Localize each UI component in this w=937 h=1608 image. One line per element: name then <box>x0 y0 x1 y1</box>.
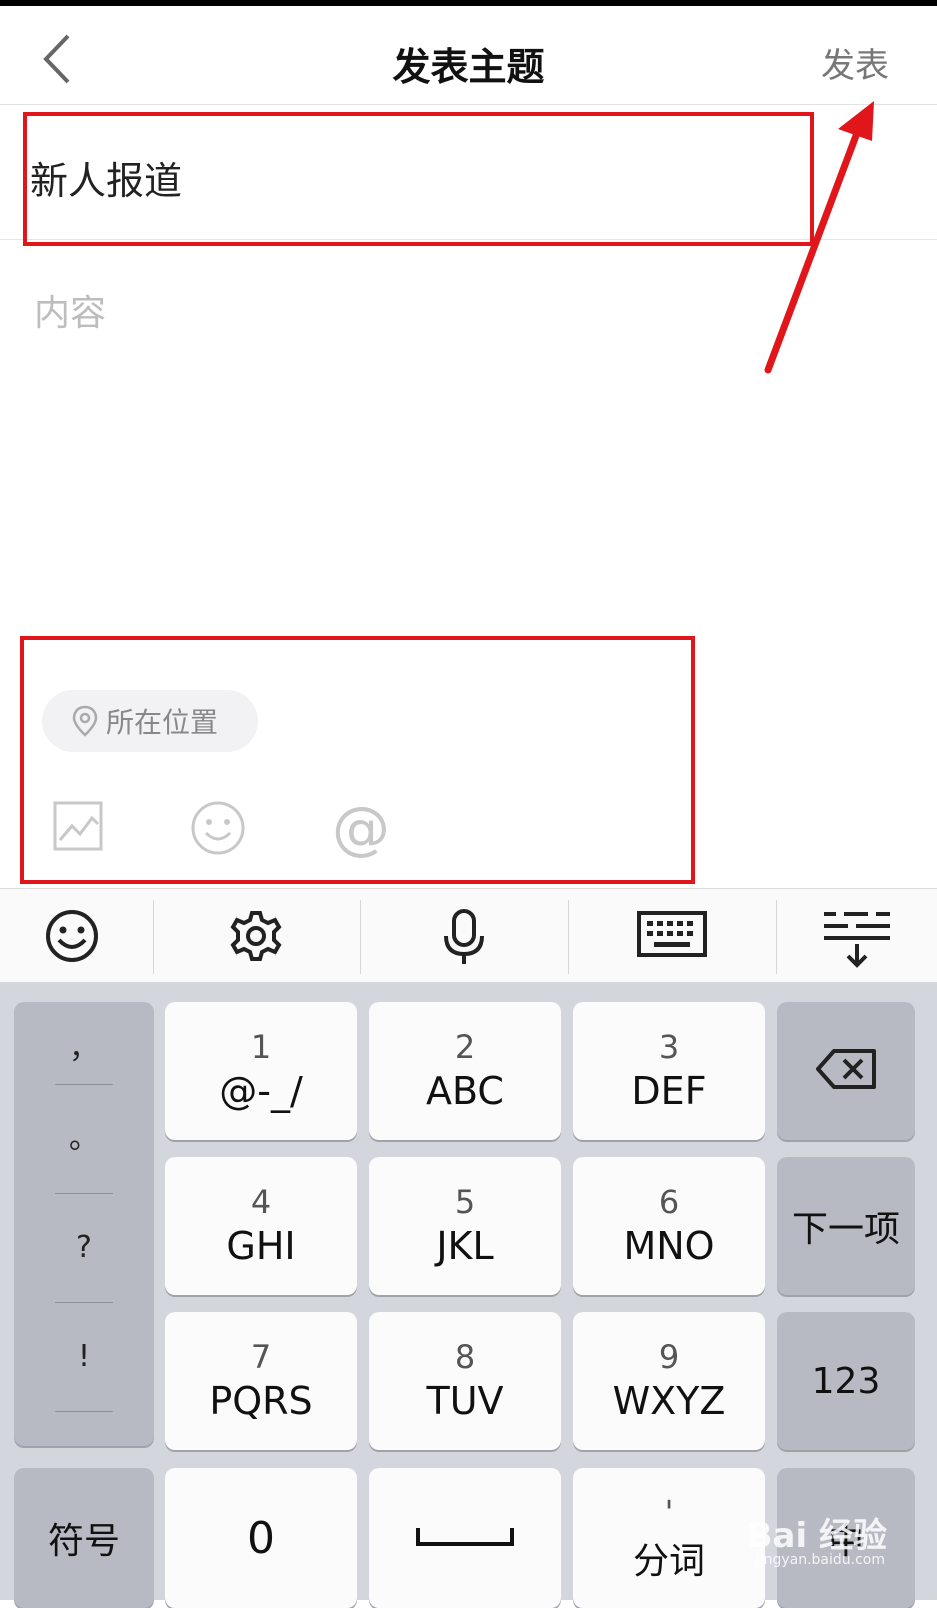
smiley-icon[interactable] <box>190 800 246 856</box>
key-letters: PQRS <box>209 1379 313 1423</box>
key-4[interactable]: 4 GHI <box>165 1157 357 1295</box>
zero-label: 0 <box>247 1512 275 1564</box>
toolbar-divider <box>153 900 154 974</box>
space-key[interactable] <box>369 1468 561 1608</box>
punctuation-column[interactable]: ， 。 ? ! <box>14 1002 154 1446</box>
content-field[interactable]: 内容 <box>34 284 106 336</box>
split-label: 分词 <box>632 1541 705 1582</box>
delete-key[interactable] <box>777 1002 915 1140</box>
publish-button[interactable]: 发表 <box>821 38 889 87</box>
next-label: 下一项 <box>791 1209 900 1250</box>
toolbar-divider <box>360 900 361 974</box>
watermark-logo: Bai 经验 <box>746 1516 887 1556</box>
number-mode-label: 123 <box>811 1360 881 1402</box>
space-bar-icon <box>415 1524 515 1552</box>
image-icon[interactable] <box>52 800 108 856</box>
key-9[interactable]: 9 WXYZ <box>573 1312 765 1450</box>
key-letters: TUV <box>426 1379 504 1423</box>
key-letters: MNO <box>623 1224 715 1268</box>
key-8[interactable]: 8 TUV <box>369 1312 561 1450</box>
settings-icon[interactable] <box>228 908 288 964</box>
microphone-icon[interactable] <box>436 908 496 964</box>
punct-key[interactable]: ! <box>14 1303 154 1411</box>
number-mode-key[interactable]: 123 <box>777 1312 915 1450</box>
key-letters: WXYZ <box>612 1379 726 1423</box>
page-title: 发表主题 <box>392 45 545 89</box>
emoji-icon[interactable] <box>44 908 104 964</box>
key-number: 8 <box>454 1338 476 1376</box>
backspace-icon <box>814 1047 878 1095</box>
hide-keyboard-icon[interactable] <box>822 908 892 968</box>
key-2[interactable]: 2 ABC <box>369 1002 561 1140</box>
toolbar-divider <box>568 900 569 974</box>
symbols-label: 符号 <box>47 1521 120 1562</box>
key-6[interactable]: 6 MNO <box>573 1157 765 1295</box>
at-icon[interactable]: @ <box>330 794 390 862</box>
keyboard-icon[interactable] <box>636 908 708 964</box>
annotation-box-subject <box>23 112 814 246</box>
key-number: 4 <box>250 1183 272 1221</box>
key-7[interactable]: 7 PQRS <box>165 1312 357 1450</box>
key-number: 6 <box>658 1183 680 1221</box>
key-letters: JKL <box>436 1224 494 1268</box>
location-pin-icon <box>72 705 98 737</box>
next-key[interactable]: 下一项 <box>777 1157 915 1295</box>
key-letters: DEF <box>631 1069 707 1113</box>
punct-key[interactable]: 。 <box>14 1085 154 1193</box>
key-letters: @-_/ <box>219 1069 303 1113</box>
key-1[interactable]: 1 @-_/ <box>165 1002 357 1140</box>
split-mark: ' <box>664 1493 674 1531</box>
location-label: 所在位置 <box>106 706 219 739</box>
watermark-url: jingyan.baidu.com <box>755 1552 885 1568</box>
punct-key[interactable]: ， <box>14 1014 154 1084</box>
key-0[interactable]: 0 <box>165 1468 357 1608</box>
key-number: 2 <box>454 1028 476 1066</box>
symbols-key[interactable]: 符号 <box>14 1468 154 1608</box>
key-5[interactable]: 5 JKL <box>369 1157 561 1295</box>
svg-text:@: @ <box>332 800 388 858</box>
location-button[interactable]: 所在位置 <box>42 690 258 752</box>
punct-key[interactable]: ? <box>14 1194 154 1302</box>
key-letters: ABC <box>426 1069 504 1113</box>
toolbar-divider <box>776 900 777 974</box>
split-word-key[interactable]: ' 分词 <box>573 1468 765 1608</box>
key-number: 3 <box>658 1028 680 1066</box>
header-bar: 发表主题 发表 <box>0 6 937 105</box>
annotation-arrow <box>764 101 874 374</box>
key-number: 9 <box>658 1338 680 1376</box>
key-3[interactable]: 3 DEF <box>573 1002 765 1140</box>
key-number: 5 <box>454 1183 476 1221</box>
key-letters: GHI <box>226 1224 296 1268</box>
key-number: 1 <box>250 1028 272 1066</box>
divider <box>55 1411 113 1412</box>
key-number: 7 <box>250 1338 272 1376</box>
